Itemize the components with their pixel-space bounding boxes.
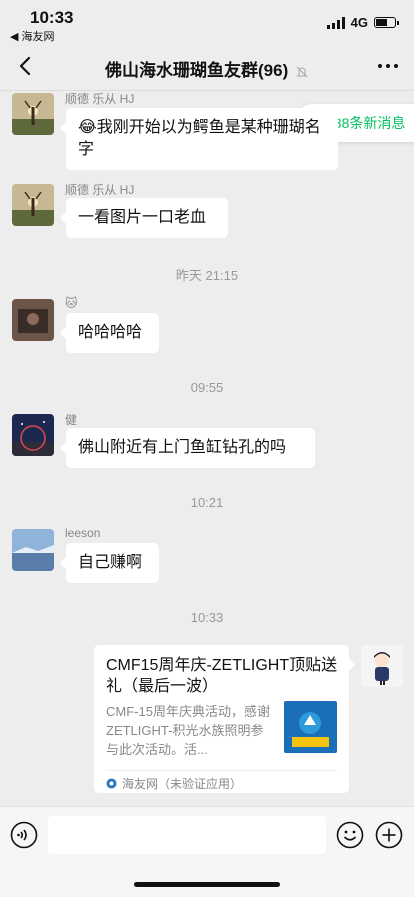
link-card-source-label: 海友网（未验证应用）	[122, 777, 243, 791]
timestamp: 昨天 21:15	[175, 268, 239, 283]
message-sender: 顺德 乐从 HJ	[65, 183, 135, 197]
message-sender: leeson	[65, 526, 101, 540]
status-bar: 10:33 ◀ 海友网 4G	[0, 0, 414, 44]
message-input[interactable]	[48, 816, 326, 854]
message-bubble[interactable]: 😂我刚开始以为鳄鱼是某种珊瑚名字	[60, 108, 338, 170]
battery-icon	[374, 17, 399, 28]
avatar[interactable]	[12, 93, 54, 135]
emoji-icon[interactable]	[336, 821, 364, 849]
signal-icon	[326, 16, 345, 29]
chat-title-wrap[interactable]: 佛山海水珊瑚鱼友群(96)	[0, 56, 414, 81]
avatar[interactable]	[12, 184, 54, 226]
status-time: 10:33	[30, 8, 74, 27]
avatar[interactable]	[12, 299, 54, 341]
link-card-description: CMF-15周年庆典活动，感谢ZETLIGHT-积光水族照明参与此次活动。活..…	[106, 704, 270, 757]
back-to-app-link[interactable]: ◀ 海友网	[10, 28, 55, 44]
message-bubble[interactable]: 一看图片一口老血	[60, 198, 228, 238]
status-indicators: 4G	[326, 15, 399, 30]
chat-title: 佛山海水珊瑚鱼友群(96)	[105, 61, 289, 80]
link-card-title: CMF15周年庆-ZETLIGHT顶贴送礼（最后一波）	[106, 657, 338, 695]
voice-input-icon[interactable]	[10, 821, 38, 849]
my-avatar[interactable]	[361, 645, 403, 687]
link-card-divider	[106, 770, 337, 771]
app-logo-icon	[106, 778, 117, 789]
message-sender: 健	[65, 413, 78, 427]
message-bubble[interactable]: 佛山附近有上门鱼缸钻孔的吗	[60, 428, 315, 468]
mute-bell-icon	[296, 66, 308, 77]
timestamp: 10:33	[190, 610, 224, 625]
link-card-source: 海友网（未验证应用）	[106, 775, 242, 792]
timestamp: 09:55	[190, 380, 224, 395]
plus-icon[interactable]	[375, 821, 403, 849]
message-sender: 顺德 乐从 HJ	[65, 92, 135, 106]
home-indicator	[134, 882, 280, 887]
chat-header: 佛山海水珊瑚鱼友群(96)	[0, 44, 414, 91]
avatar[interactable]	[12, 414, 54, 456]
more-options-icon[interactable]	[378, 64, 398, 68]
message-sender: 🐱	[65, 296, 78, 310]
link-card[interactable]: CMF15周年庆-ZETLIGHT顶贴送礼（最后一波） CMF-15周年庆典活动…	[94, 645, 355, 793]
avatar[interactable]	[12, 529, 54, 571]
message-bubble[interactable]: 自己赚啊	[60, 543, 159, 583]
timestamp: 10:21	[190, 495, 224, 510]
network-type: 4G	[350, 15, 368, 30]
message-bubble[interactable]: 哈哈哈哈	[60, 313, 159, 353]
link-card-thumbnail	[284, 701, 337, 753]
